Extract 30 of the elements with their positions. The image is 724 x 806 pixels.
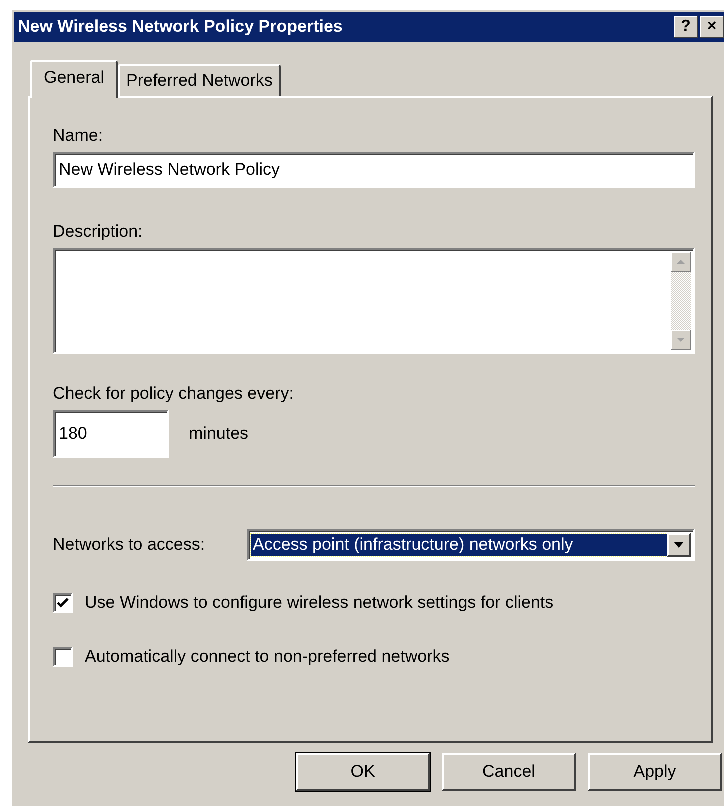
tab[interactable]: Preferred Networks xyxy=(118,64,281,96)
unit-label: minutes xyxy=(189,424,249,444)
caret-icon xyxy=(674,542,684,548)
field-label: Networks to access: xyxy=(53,535,206,555)
field-label: Description: xyxy=(53,222,143,242)
dropdown-value: Access point (infrastructure) networks only xyxy=(251,534,667,556)
scrollbar[interactable] xyxy=(671,252,691,350)
checkbox-label: Use Windows to configure wireless network settings for clients xyxy=(85,593,554,613)
help-button[interactable]: ? xyxy=(674,16,698,38)
window-title: New Wireless Network Policy Properties xyxy=(18,17,343,37)
field-label: Name: xyxy=(53,126,104,146)
close-button[interactable]: × xyxy=(700,16,724,38)
networks-dropdown[interactable]: Access point (infrastructure) networks only xyxy=(247,529,695,561)
down-arrow-icon xyxy=(676,337,686,343)
checkmark-icon xyxy=(57,597,69,609)
checkbox[interactable] xyxy=(53,647,73,667)
checkbox-label: Automatically connect to non-preferred networks xyxy=(85,647,450,667)
checkbox[interactable] xyxy=(53,593,73,613)
up-arrow-icon xyxy=(676,259,686,265)
tab[interactable]: General xyxy=(30,60,118,98)
ok-button[interactable]: OK xyxy=(296,753,430,791)
apply-button[interactable]: Apply xyxy=(588,753,722,791)
scroll-down-button[interactable] xyxy=(671,330,691,350)
name-field[interactable]: New Wireless Network Policy xyxy=(53,152,695,188)
interval-field[interactable]: 180 xyxy=(53,410,169,458)
description-field[interactable] xyxy=(53,248,695,354)
scroll-up-button[interactable] xyxy=(671,252,691,272)
dropdown-button[interactable] xyxy=(667,533,691,557)
cancel-button[interactable]: Cancel xyxy=(442,753,576,791)
field-label: Check for policy changes every: xyxy=(53,384,294,404)
